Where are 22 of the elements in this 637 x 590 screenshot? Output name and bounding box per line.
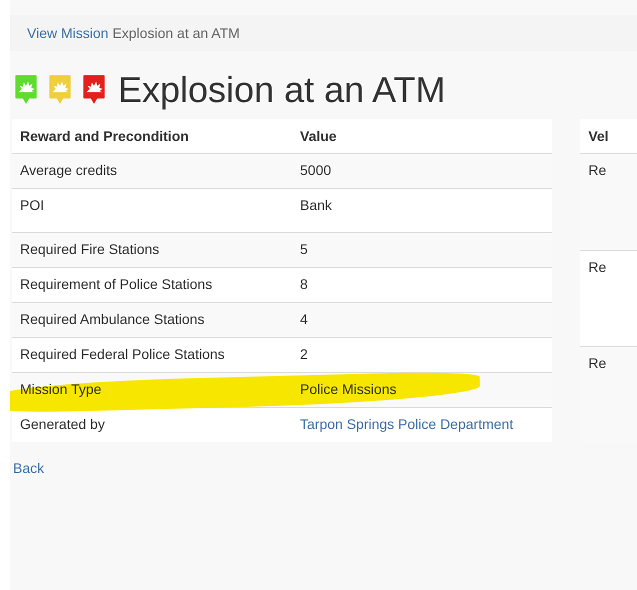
table-cell: POI xyxy=(20,197,44,213)
table-cell: Police Missions xyxy=(300,381,396,397)
table-cell: Mission Type xyxy=(20,381,102,397)
table-cell: 4 xyxy=(300,311,308,327)
table-cell: Average credits xyxy=(20,162,118,178)
table-cell: Bank xyxy=(300,197,332,213)
table-cell: Requirement of Police Stations xyxy=(20,276,212,292)
breadcrumb-link[interactable]: View Mission xyxy=(27,25,108,41)
page-title: Explosion at an ATM xyxy=(118,69,446,111)
table-cell: Re xyxy=(580,346,637,442)
back-link[interactable]: Back xyxy=(13,460,44,476)
table-cell: 2 xyxy=(300,346,308,362)
table-cell: Required Fire Stations xyxy=(20,241,160,257)
table-cell: Re xyxy=(580,154,637,250)
table-cell: 5000 xyxy=(300,162,332,178)
table-cell: 5 xyxy=(300,241,308,257)
table-cell: Generated by xyxy=(20,416,105,432)
table-cell: 8 xyxy=(300,276,308,292)
table-cell: Required Federal Police Stations xyxy=(20,346,225,362)
department-link[interactable]: Tarpon Springs Police Department xyxy=(300,416,514,432)
breadcrumb-current: Explosion at an ATM xyxy=(112,25,240,41)
table-cell: Required Ambulance Stations xyxy=(20,311,204,327)
